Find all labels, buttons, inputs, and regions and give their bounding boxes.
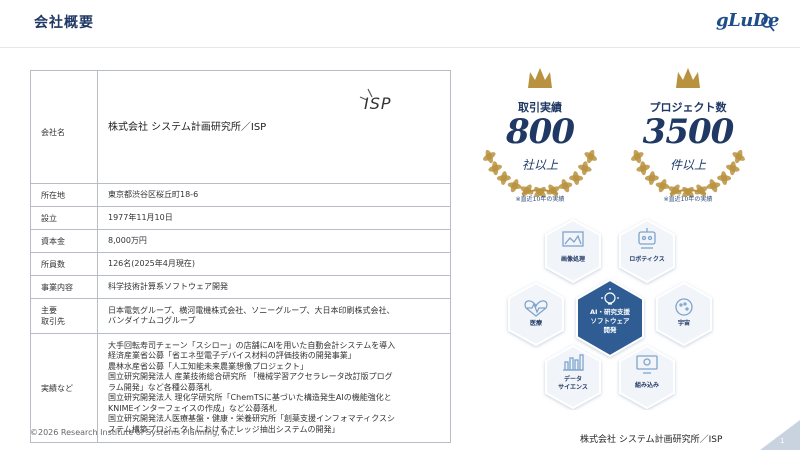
hexagon-embedded — [619, 344, 675, 410]
hexagon-label-line: サイエンス — [558, 384, 588, 391]
table-row-company-name: 会社名 株式会社 システム計画研究所／ISP ISP — [30, 70, 451, 184]
hexagon-center-label: AI・研究支援 ソフトウェア 開発 — [575, 308, 645, 335]
value-line: ラム開発」など各種公募落札 — [108, 382, 212, 392]
service-hexagons: 画像処理 ロボティクス 宇宙 組み込み データ サイエンス 医療 AI・研究支援… — [500, 210, 720, 410]
badge-unit: 件以上 — [669, 158, 706, 172]
isp-logo-text: ISP — [364, 94, 392, 113]
table-row-employees: 所員数 126名(2025年4月現在) — [30, 252, 451, 276]
table-row-founded: 設立 1977年11月10日 — [30, 206, 451, 230]
value-line: 日本電気グループ、横河電機株式会社、ソニーグループ、大日本印刷株式会社、 — [108, 305, 395, 315]
hexagon-label-medical: 医療 — [501, 320, 571, 328]
row-label: 実績など — [30, 333, 98, 443]
row-value: 株式会社 システム計画研究所／ISP ISP — [97, 70, 451, 184]
crown-icon — [676, 68, 700, 88]
row-label: 所員数 — [30, 252, 98, 276]
row-value: 科学技術計算系ソフトウェア開発 — [97, 275, 451, 299]
hexagon-label-embedded: 組み込み — [612, 382, 682, 390]
laurel-leaf — [496, 175, 511, 182]
hexagon-label-data: データ サイエンス — [538, 376, 608, 392]
hexagon-label-line: ロボティクス — [629, 256, 665, 263]
badge-projects: プロジェクト数 3500 件以上 — [620, 66, 756, 204]
value-line: 国立研究開発法人医療基盤・健康・栄養研究所「創薬支援インフォマティクスシ — [108, 414, 396, 424]
badge-transactions: 取引実績 800 社以上 — [472, 66, 608, 204]
laurel-leaf — [644, 175, 659, 182]
badge-unit: 社以上 — [521, 158, 558, 172]
table-row-clients: 主要 取引先 日本電気グループ、横河電機株式会社、ソニーグループ、大日本印刷株式… — [30, 298, 451, 334]
hexagon-label-robotics: ロボティクス — [612, 256, 682, 264]
row-label-line: 主要 — [41, 306, 57, 315]
hexagon-label-line: 組み込み — [634, 382, 659, 389]
hexagon-label-line: 医療 — [529, 320, 542, 327]
hexagon-label-image: 画像処理 — [538, 256, 608, 264]
glude-logo: gLuDe — [716, 8, 779, 38]
row-value: 大手回転寿司チェーン「スシロー」の店舗にAIを用いた自動会計システムを導入 経済… — [97, 333, 451, 443]
row-value: 東京都渋谷区桜丘町18-6 — [97, 183, 451, 207]
magnifier-icon — [761, 16, 775, 32]
company-name: 株式会社 システム計画研究所／ISP — [108, 122, 267, 133]
hexagon-center-line: 開発 — [603, 326, 617, 334]
table-row-achievements: 実績など 大手回転寿司チェーン「スシロー」の店舗にAIを用いた自動会計システムを… — [30, 333, 451, 443]
row-label: 設立 — [30, 206, 98, 230]
footer-company-name: 株式会社 システム計画研究所／ISP — [580, 435, 723, 445]
page-corner-decoration — [760, 420, 800, 450]
hexagon-center-line: ソフトウェア — [590, 317, 630, 325]
table-row-capital: 資本金 8,000万円 — [30, 229, 451, 253]
hexagon-label-line: 画像処理 — [560, 256, 585, 263]
hexagon-label-line: データ — [563, 376, 582, 383]
badge-number: 3500 — [642, 112, 735, 152]
isp-logo: ISP — [358, 87, 416, 123]
row-label: 主要 取引先 — [30, 298, 98, 334]
row-label: 会社名 — [30, 70, 98, 184]
row-label: 事業内容 — [30, 275, 98, 299]
hexagon-space — [656, 281, 712, 347]
hexagon-image — [545, 218, 601, 284]
value-line: 国立研究開発法人 理化学研究所「ChemTSに基づいた構造発生AIの機能強化と — [108, 393, 392, 403]
row-label: 資本金 — [30, 229, 98, 253]
value-line: 大手回転寿司チェーン「スシロー」の店舗にAIを用いた自動会計システムを導入 — [108, 340, 396, 350]
row-value: 8,000万円 — [97, 229, 451, 253]
hexagon-medical — [508, 281, 564, 347]
badge-note: ※直近10年の実績 — [515, 196, 565, 203]
row-value: 日本電気グループ、横河電機株式会社、ソニーグループ、大日本印刷株式会社、 バンダ… — [97, 298, 451, 334]
value-line: バンダイナムコグループ — [108, 316, 196, 325]
hexagon-label-space: 宇宙 — [649, 320, 719, 328]
page-number: 1 — [780, 437, 785, 445]
page-title: 会社概要 — [34, 15, 94, 31]
row-label-line: 取引先 — [41, 317, 65, 326]
table-row-address: 所在地 東京都渋谷区桜丘町18-6 — [30, 183, 451, 207]
header: 会社概要 gLuDe — [0, 0, 800, 48]
row-value: 1977年11月10日 — [97, 206, 451, 230]
header-divider — [0, 47, 800, 48]
value-line: 経済産業省公募「省エネ型電子デバイス材料の評価技術の開発事業」 — [108, 351, 356, 361]
badge-number: 800 — [506, 112, 575, 152]
copyright: ©2026 Research Institute of Systems Plan… — [30, 428, 237, 437]
value-line: KNIMEインターフェイスの作成」など公募落札 — [108, 403, 277, 413]
value-line: 農林水産省公募「人工知能未来農業想像プロジェクト」 — [108, 361, 308, 371]
value-line: 国立研究開発法人 産業技術総合研究所 「機械学習アクセラレータ改訂版プログ — [108, 372, 393, 382]
row-label: 所在地 — [30, 183, 98, 207]
table-row-business: 事業内容 科学技術計算系ソフトウェア開発 — [30, 275, 451, 299]
crown-icon — [528, 68, 552, 88]
row-value: 126名(2025年4月現在) — [97, 252, 451, 276]
hexagon-label-line: 宇宙 — [677, 320, 690, 327]
hexagon-center-line: AI・研究支援 — [590, 308, 630, 316]
badge-note: ※直近10年の実績 — [663, 196, 713, 203]
company-info-table: 会社名 株式会社 システム計画研究所／ISP ISP 所在地 東京都渋谷区桜丘町… — [30, 70, 451, 443]
